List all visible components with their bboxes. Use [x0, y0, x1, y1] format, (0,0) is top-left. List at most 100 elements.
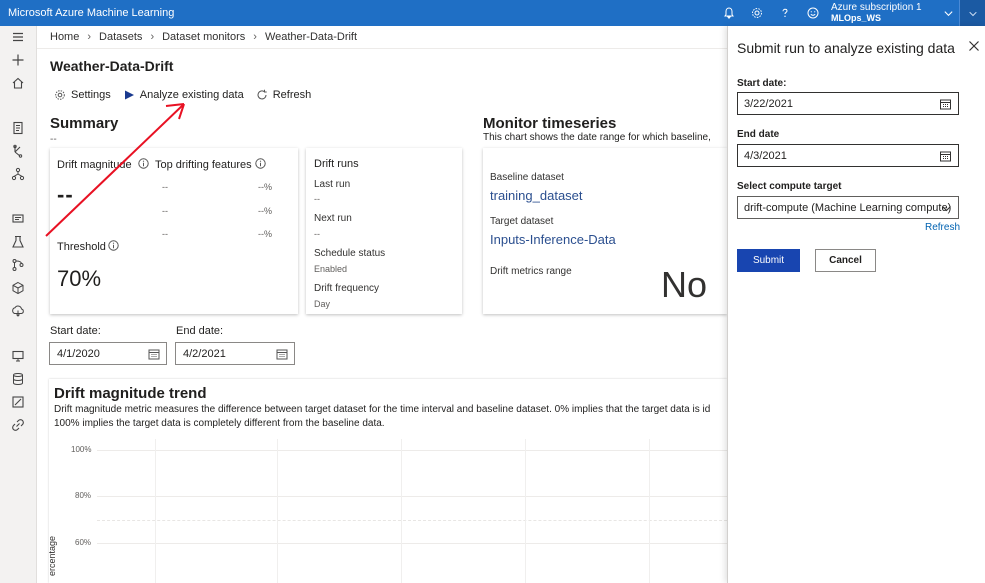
panel-start-date-input[interactable]: 3/22/2021 — [737, 92, 959, 115]
drift-magnitude-value: -- — [57, 182, 74, 207]
info-icon[interactable] — [255, 158, 266, 169]
refresh-icon — [257, 89, 267, 100]
settings-button[interactable]: Settings — [54, 89, 111, 101]
automl-icon[interactable] — [10, 143, 26, 159]
cancel-button[interactable]: Cancel — [815, 249, 876, 272]
info-icon[interactable] — [138, 158, 149, 169]
gear-icon — [55, 90, 65, 100]
smiley-icon[interactable] — [799, 0, 827, 26]
labeling-icon[interactable] — [10, 394, 26, 410]
feature-pct: --% — [258, 229, 272, 239]
gridline — [97, 520, 727, 521]
refresh-label: Refresh — [272, 89, 312, 101]
feature-name: -- — [162, 206, 168, 216]
end-date-input[interactable]: 4/2/2021 — [175, 342, 295, 365]
calendar-icon[interactable] — [939, 150, 952, 162]
close-icon[interactable] — [968, 40, 980, 52]
plus-icon[interactable] — [10, 52, 26, 68]
breadcrumb-dataset-monitors[interactable]: Dataset monitors — [162, 31, 245, 43]
experiments-icon[interactable] — [10, 234, 26, 250]
drift-trend-description-2: 100% implies the target data is complete… — [54, 418, 385, 429]
breadcrumb-divider — [37, 48, 727, 49]
notebook-icon[interactable] — [10, 120, 26, 136]
calendar-icon[interactable] — [148, 348, 160, 360]
compute-refresh-link[interactable]: Refresh — [925, 222, 960, 233]
compute-target-value: drift-compute (Machine Learning compute) — [744, 201, 952, 214]
gridline — [97, 543, 727, 544]
settings-label: Settings — [71, 89, 111, 101]
panel-title: Submit run to analyze existing data — [737, 40, 955, 56]
home-icon[interactable] — [10, 75, 26, 91]
gridline — [525, 439, 526, 583]
models-icon[interactable] — [10, 280, 26, 296]
drift-runs-heading: Drift runs — [314, 158, 359, 170]
feature-name: -- — [162, 229, 168, 239]
chevron-down-icon — [942, 206, 951, 212]
workspace-name: MLOps_WS — [831, 13, 882, 23]
help-icon[interactable] — [771, 0, 799, 26]
next-run-value: -- — [314, 229, 320, 239]
threshold-value: 70% — [57, 266, 102, 291]
top-bar: Microsoft Azure Machine Learning Azure s… — [0, 0, 985, 26]
pipelines-icon[interactable] — [10, 257, 26, 273]
gridline — [97, 496, 727, 497]
left-nav — [0, 26, 37, 583]
drift-trend-card: Drift magnitude trend Drift magnitude me… — [47, 379, 727, 583]
drift-metrics-range-label: Drift metrics range — [490, 266, 572, 277]
hamburger-icon[interactable] — [10, 29, 26, 45]
panel-start-date-value: 3/22/2021 — [744, 97, 793, 110]
chevron-right-icon: › — [253, 31, 257, 43]
drift-trend-description: Drift magnitude metric measures the diff… — [54, 404, 711, 415]
analyze-existing-data-button[interactable]: Analyze existing data — [123, 89, 244, 101]
y-tick-label: 80% — [75, 491, 92, 500]
avatar-icon[interactable] — [959, 0, 985, 26]
start-date-value: 4/1/2020 — [57, 347, 100, 360]
calendar-icon[interactable] — [276, 348, 288, 360]
gridline — [277, 439, 278, 583]
panel-end-date-input[interactable]: 4/3/2021 — [737, 144, 959, 167]
datasets-icon[interactable] — [10, 211, 26, 227]
gridline — [97, 450, 727, 451]
refresh-button[interactable]: Refresh — [256, 89, 312, 101]
submit-button[interactable]: Submit — [737, 249, 800, 272]
submit-run-panel: Submit run to analyze existing data Star… — [727, 26, 985, 583]
end-date-value: 4/2/2021 — [183, 347, 226, 360]
subscription-name: Azure subscription 1 — [831, 2, 922, 13]
gridline — [401, 439, 402, 583]
breadcrumb-home[interactable]: Home — [50, 31, 79, 43]
start-date-input[interactable]: 4/1/2020 — [49, 342, 167, 365]
target-dataset-link[interactable]: Inputs-Inference-Data — [490, 232, 616, 247]
feature-pct: --% — [258, 182, 272, 192]
gear-icon[interactable] — [743, 0, 771, 26]
summary-heading: Summary — [50, 115, 119, 132]
breadcrumb: Home › Datasets › Dataset monitors › Wea… — [50, 31, 357, 43]
drift-trend-heading: Drift magnitude trend — [54, 385, 207, 402]
page-title: Weather-Data-Drift — [50, 58, 174, 74]
panel-end-date-value: 4/3/2021 — [744, 149, 787, 162]
linked-services-icon[interactable] — [10, 417, 26, 433]
feature-name: -- — [162, 182, 168, 192]
compute-icon[interactable] — [10, 348, 26, 364]
schedule-status-value: Enabled — [314, 264, 348, 274]
info-icon[interactable] — [108, 240, 119, 251]
breadcrumb-datasets[interactable]: Datasets — [99, 31, 142, 43]
analyze-label: Analyze existing data — [139, 89, 244, 101]
summary-card: Drift magnitude Top drifting features --… — [50, 148, 298, 314]
target-dataset-label: Target dataset — [490, 216, 554, 227]
bell-icon[interactable] — [715, 0, 743, 26]
subscription-selector[interactable]: Azure subscription 1 MLOps_WS — [827, 2, 937, 24]
monitor-description: This chart shows the date range for whic… — [483, 132, 711, 143]
designer-icon[interactable] — [10, 166, 26, 182]
no-data-text: No — [661, 264, 708, 305]
endpoints-icon[interactable] — [10, 303, 26, 319]
calendar-icon[interactable] — [939, 98, 952, 110]
compute-target-select[interactable]: drift-compute (Machine Learning compute) — [737, 196, 959, 219]
baseline-dataset-link[interactable]: training_dataset — [490, 188, 583, 203]
next-run-label: Next run — [314, 213, 352, 224]
top-drifting-features-label: Top drifting features — [155, 159, 252, 171]
datastores-icon[interactable] — [10, 371, 26, 387]
panel-end-date-label: End date — [737, 129, 780, 140]
chevron-right-icon: › — [150, 31, 155, 43]
feature-pct: --% — [258, 206, 272, 216]
chevron-down-icon[interactable] — [937, 0, 959, 26]
